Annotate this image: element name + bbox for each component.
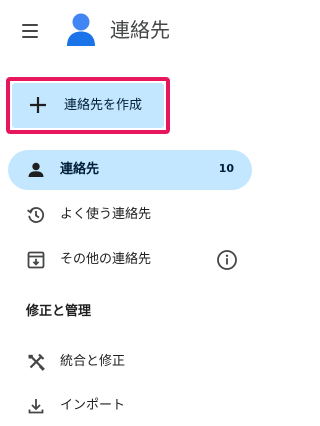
import-icon bbox=[28, 399, 44, 414]
plus-icon bbox=[30, 97, 46, 113]
nav-item-label: よく使う連絡先 bbox=[60, 207, 152, 222]
nav-item-import[interactable]: インポート bbox=[8, 386, 252, 426]
archive-download-icon bbox=[27, 251, 45, 269]
info-icon[interactable] bbox=[216, 249, 238, 271]
nav-item-other-contacts[interactable]: その他の連絡先 bbox=[8, 240, 252, 280]
nav-item-label: 連絡先 bbox=[60, 162, 100, 177]
hamburger-menu-icon[interactable] bbox=[20, 21, 42, 41]
create-contact-button[interactable]: 連絡先を作成 bbox=[12, 83, 164, 128]
app-header: 連絡先 bbox=[0, 0, 276, 64]
nav-item-label: 統合と修正 bbox=[60, 354, 126, 369]
create-contact-label: 連絡先を作成 bbox=[64, 98, 143, 113]
nav-item-merge-fix[interactable]: 統合と修正 bbox=[8, 342, 252, 382]
history-icon bbox=[27, 207, 45, 223]
nav-item-contacts[interactable]: 連絡先 10 bbox=[8, 150, 252, 190]
merge-fix-tools-icon bbox=[28, 353, 45, 371]
person-icon bbox=[28, 162, 44, 177]
nav-item-frequent[interactable]: よく使う連絡先 bbox=[8, 195, 252, 235]
nav-item-label: インポート bbox=[60, 398, 126, 413]
nav-item-label: その他の連絡先 bbox=[60, 252, 152, 267]
create-contact-highlight: 連絡先を作成 bbox=[6, 77, 170, 134]
contacts-logo-icon bbox=[67, 13, 95, 46]
app-title: 連絡先 bbox=[110, 18, 170, 42]
section-header-fix-manage: 修正と管理 bbox=[26, 304, 92, 319]
contacts-count-badge: 10 bbox=[218, 162, 234, 175]
